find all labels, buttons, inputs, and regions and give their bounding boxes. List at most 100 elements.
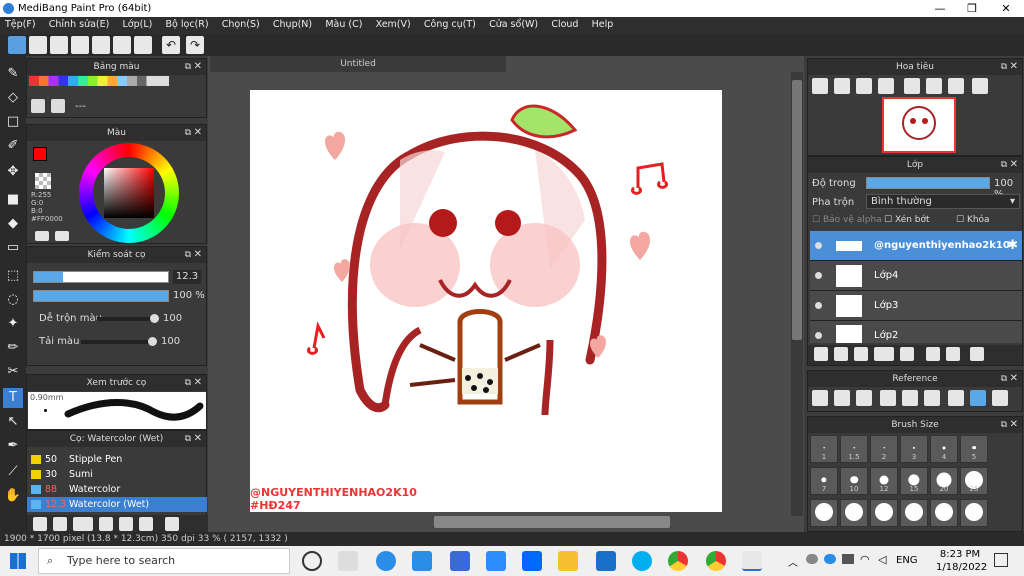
operation-tool-icon[interactable]: ↖ <box>3 412 23 432</box>
alpha-protect-checkbox[interactable]: ☐ Bảo vệ alpha <box>812 215 882 225</box>
palette-swatches[interactable] <box>29 76 169 86</box>
color-wheel[interactable] <box>79 143 179 243</box>
close-icon[interactable]: ✕ <box>194 431 202 447</box>
layer-opacity-slider[interactable] <box>866 177 990 189</box>
menu-cloud[interactable]: Cloud <box>546 17 583 32</box>
brush-settings-icon[interactable] <box>99 517 113 531</box>
fill-tool-icon[interactable]: ◆ <box>3 214 23 234</box>
float-icon[interactable]: ⧉ <box>1001 371 1007 387</box>
new-brush-icon[interactable] <box>53 517 67 531</box>
menu-file[interactable]: Tệp(F) <box>0 17 41 32</box>
close-icon[interactable]: ✕ <box>1010 59 1018 75</box>
shape-tool-icon[interactable]: □ <box>3 112 23 132</box>
volume-icon[interactable]: ◁ <box>878 553 886 566</box>
trash-icon[interactable] <box>165 517 179 531</box>
speech-icon[interactable] <box>71 36 89 54</box>
menu-edit[interactable]: Chỉnh sửa(E) <box>44 17 115 32</box>
fit-icon[interactable] <box>856 78 872 94</box>
rotate-right-icon[interactable] <box>948 78 964 94</box>
zoom-app-icon[interactable] <box>486 551 506 571</box>
duplicate-icon[interactable] <box>926 347 940 361</box>
vertical-scrollbar-track[interactable] <box>791 72 803 516</box>
layer-row-selected[interactable]: @nguyenthiyenhao2k10 ✱ <box>810 231 1022 261</box>
dropper2-tool-icon[interactable]: ⟋ <box>3 462 23 482</box>
float-icon[interactable]: ⧉ <box>185 247 191 263</box>
new-layer3-icon[interactable] <box>854 347 868 361</box>
mail-icon[interactable] <box>596 551 616 571</box>
onedrive-icon[interactable] <box>824 554 836 564</box>
brush-dropdown-icon[interactable] <box>73 517 93 531</box>
folder-icon[interactable] <box>119 517 133 531</box>
open-image-icon[interactable] <box>812 390 828 406</box>
new-layer-icon[interactable] <box>814 347 828 361</box>
menu-select[interactable]: Chọn(S) <box>217 17 265 32</box>
zoom-in2-icon[interactable] <box>834 78 850 94</box>
clock[interactable]: 8:23 PM 1/18/2022 <box>936 548 987 574</box>
menu-view[interactable]: Xem(V) <box>371 17 416 32</box>
delete-palette-icon[interactable] <box>51 99 65 113</box>
zoom-out-icon[interactable] <box>878 78 894 94</box>
lasso-tool-icon[interactable]: ◌ <box>3 290 23 310</box>
trash-icon[interactable] <box>970 347 984 361</box>
float-icon[interactable]: ⧉ <box>185 59 191 75</box>
refill-slider[interactable] <box>81 337 157 346</box>
brush-size-cell[interactable]: 3 <box>900 435 928 463</box>
store-icon[interactable] <box>450 551 470 571</box>
brush-size-cell[interactable]: 20 <box>930 467 958 495</box>
close-icon[interactable]: ✕ <box>194 375 202 391</box>
undo-icon[interactable]: ↶ <box>162 36 180 54</box>
brush-size-cell[interactable] <box>810 499 838 527</box>
float-icon[interactable]: ⧉ <box>185 431 191 447</box>
brush-size-cell[interactable]: 2 <box>870 435 898 463</box>
notification-icon[interactable] <box>994 553 1008 567</box>
transparent-swatch[interactable] <box>35 173 51 189</box>
brush-tool-icon[interactable]: ✎ <box>3 64 23 84</box>
rect-tool-icon[interactable]: ■ <box>3 190 23 210</box>
cortana-icon[interactable] <box>302 551 322 571</box>
folder-icon[interactable] <box>900 347 914 361</box>
grid-icon[interactable] <box>134 36 152 54</box>
merge-icon[interactable] <box>946 347 960 361</box>
brush-size-cell[interactable]: 15 <box>900 467 928 495</box>
horizontal-scrollbar[interactable] <box>434 516 670 528</box>
edge-icon[interactable] <box>376 551 396 571</box>
brush-item-selected[interactable]: 12.3 Watercolor (Wet) <box>27 497 207 512</box>
close-ref-icon[interactable] <box>856 390 872 406</box>
flip-icon[interactable] <box>972 78 988 94</box>
windows-start-icon[interactable] <box>10 553 26 569</box>
select-pen-icon[interactable]: ✏ <box>3 338 23 358</box>
skype-icon[interactable] <box>632 551 652 571</box>
comment-icon[interactable] <box>50 36 68 54</box>
brush-size-cell[interactable]: 12 <box>870 467 898 495</box>
brush-item[interactable]: 88 Watercolor <box>27 482 207 497</box>
brush-size-cell[interactable]: 10 <box>840 467 868 495</box>
medibang-task-icon[interactable] <box>742 551 762 571</box>
language-indicator[interactable]: ENG <box>896 555 918 566</box>
brush-size-cell[interactable] <box>900 499 928 527</box>
layer-row[interactable]: Lớp2 <box>810 321 1022 343</box>
cloud-icon[interactable] <box>8 36 26 54</box>
close-icon[interactable]: ✕ <box>194 247 202 263</box>
size-value[interactable]: 12.3 <box>173 270 201 284</box>
pages-icon[interactable] <box>113 36 131 54</box>
select-eraser-icon[interactable]: ✂ <box>3 362 23 382</box>
chevron-up-icon[interactable]: ︿ <box>788 554 798 569</box>
brush-item[interactable]: 30 Sumi <box>27 467 207 482</box>
redo-icon[interactable]: ↷ <box>186 36 204 54</box>
reset-icon[interactable] <box>926 78 942 94</box>
eyedropper-tool-icon[interactable]: ✒ <box>3 436 23 456</box>
brush-size-cell[interactable] <box>930 499 958 527</box>
eraser-tool-icon[interactable]: ◇ <box>3 88 23 108</box>
close-icon[interactable]: ✕ <box>1010 157 1018 173</box>
add-brush-icon[interactable] <box>33 517 47 531</box>
search-box[interactable]: ⌕ Type here to search <box>38 548 290 574</box>
brush-size-cell[interactable] <box>840 499 868 527</box>
layer-row[interactable]: Lớp3 <box>810 291 1022 321</box>
zoom-out-icon[interactable] <box>924 390 940 406</box>
layer-row[interactable]: Lớp4 <box>810 261 1022 291</box>
cloud-icon[interactable] <box>806 554 818 564</box>
settings-app-icon[interactable] <box>412 551 432 571</box>
brush-size-cell[interactable]: 4 <box>930 435 958 463</box>
maximize-button[interactable]: ❐ <box>956 0 988 17</box>
gradient-tool-icon[interactable]: ▭ <box>3 238 23 258</box>
